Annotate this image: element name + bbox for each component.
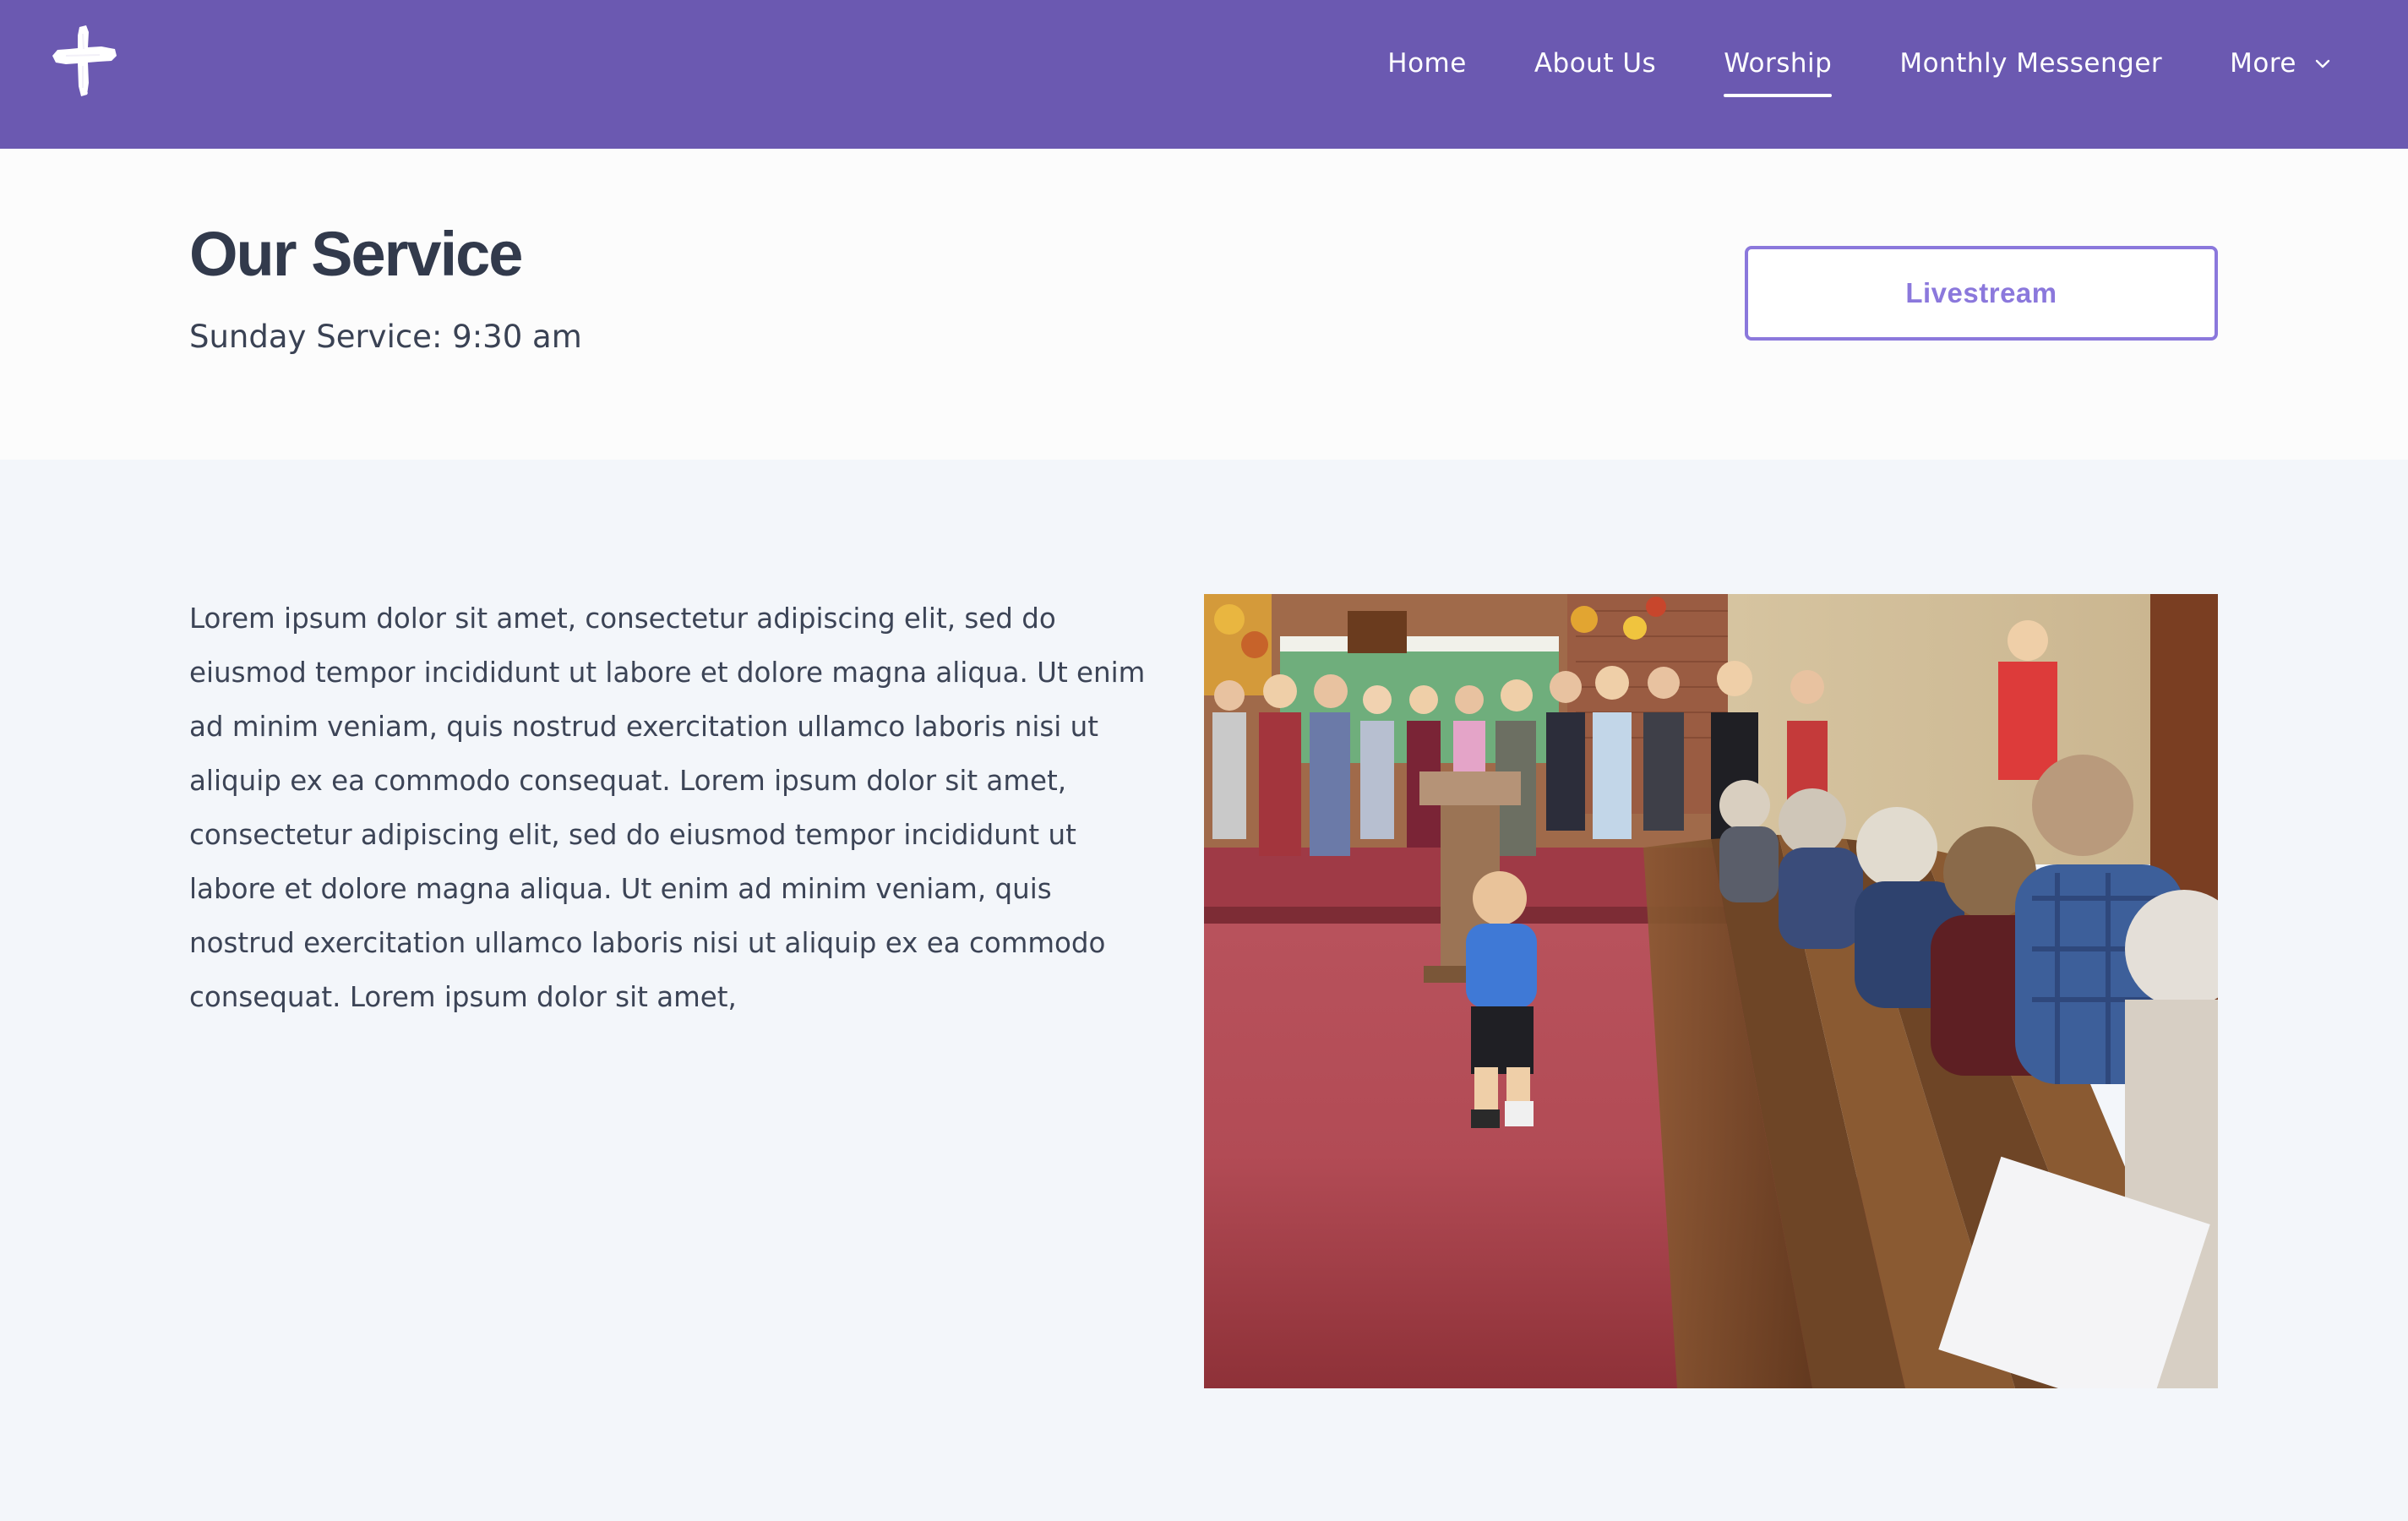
page-title: Our Service <box>189 219 523 289</box>
worship-photo <box>1204 594 2218 1388</box>
nav-monthly-messenger-label: Monthly Messenger <box>1899 48 2163 79</box>
nav-more-label: More <box>2230 48 2296 79</box>
nav-about-us[interactable]: About Us <box>1534 48 1656 79</box>
title-section: Our Service Sunday Service: 9:30 am Live… <box>0 149 2408 460</box>
nav-worship[interactable]: Worship <box>1724 48 1833 97</box>
nav-more[interactable]: More <box>2230 48 2330 79</box>
page: Home About Us Worship Monthly Messenger … <box>0 0 2408 1521</box>
content-section: Lorem ipsum dolor sit amet, consectetur … <box>0 460 2408 1521</box>
site-header: Home About Us Worship Monthly Messenger … <box>0 0 2408 149</box>
nav-worship-label: Worship <box>1724 48 1833 79</box>
nav-monthly-messenger[interactable]: Monthly Messenger <box>1899 48 2162 79</box>
main-nav: Home About Us Worship Monthly Messenger … <box>1320 0 2408 127</box>
nav-home[interactable]: Home <box>1387 48 1467 79</box>
service-time: Sunday Service: 9:30 am <box>189 319 582 355</box>
nav-home-label: Home <box>1387 48 1467 79</box>
cross-icon[interactable] <box>49 24 120 98</box>
nav-about-us-label: About Us <box>1534 48 1657 79</box>
body-paragraph: Lorem ipsum dolor sit amet, consectetur … <box>189 602 1146 1013</box>
chevron-down-icon <box>2315 58 2330 68</box>
livestream-button[interactable]: Livestream <box>1745 246 2218 341</box>
